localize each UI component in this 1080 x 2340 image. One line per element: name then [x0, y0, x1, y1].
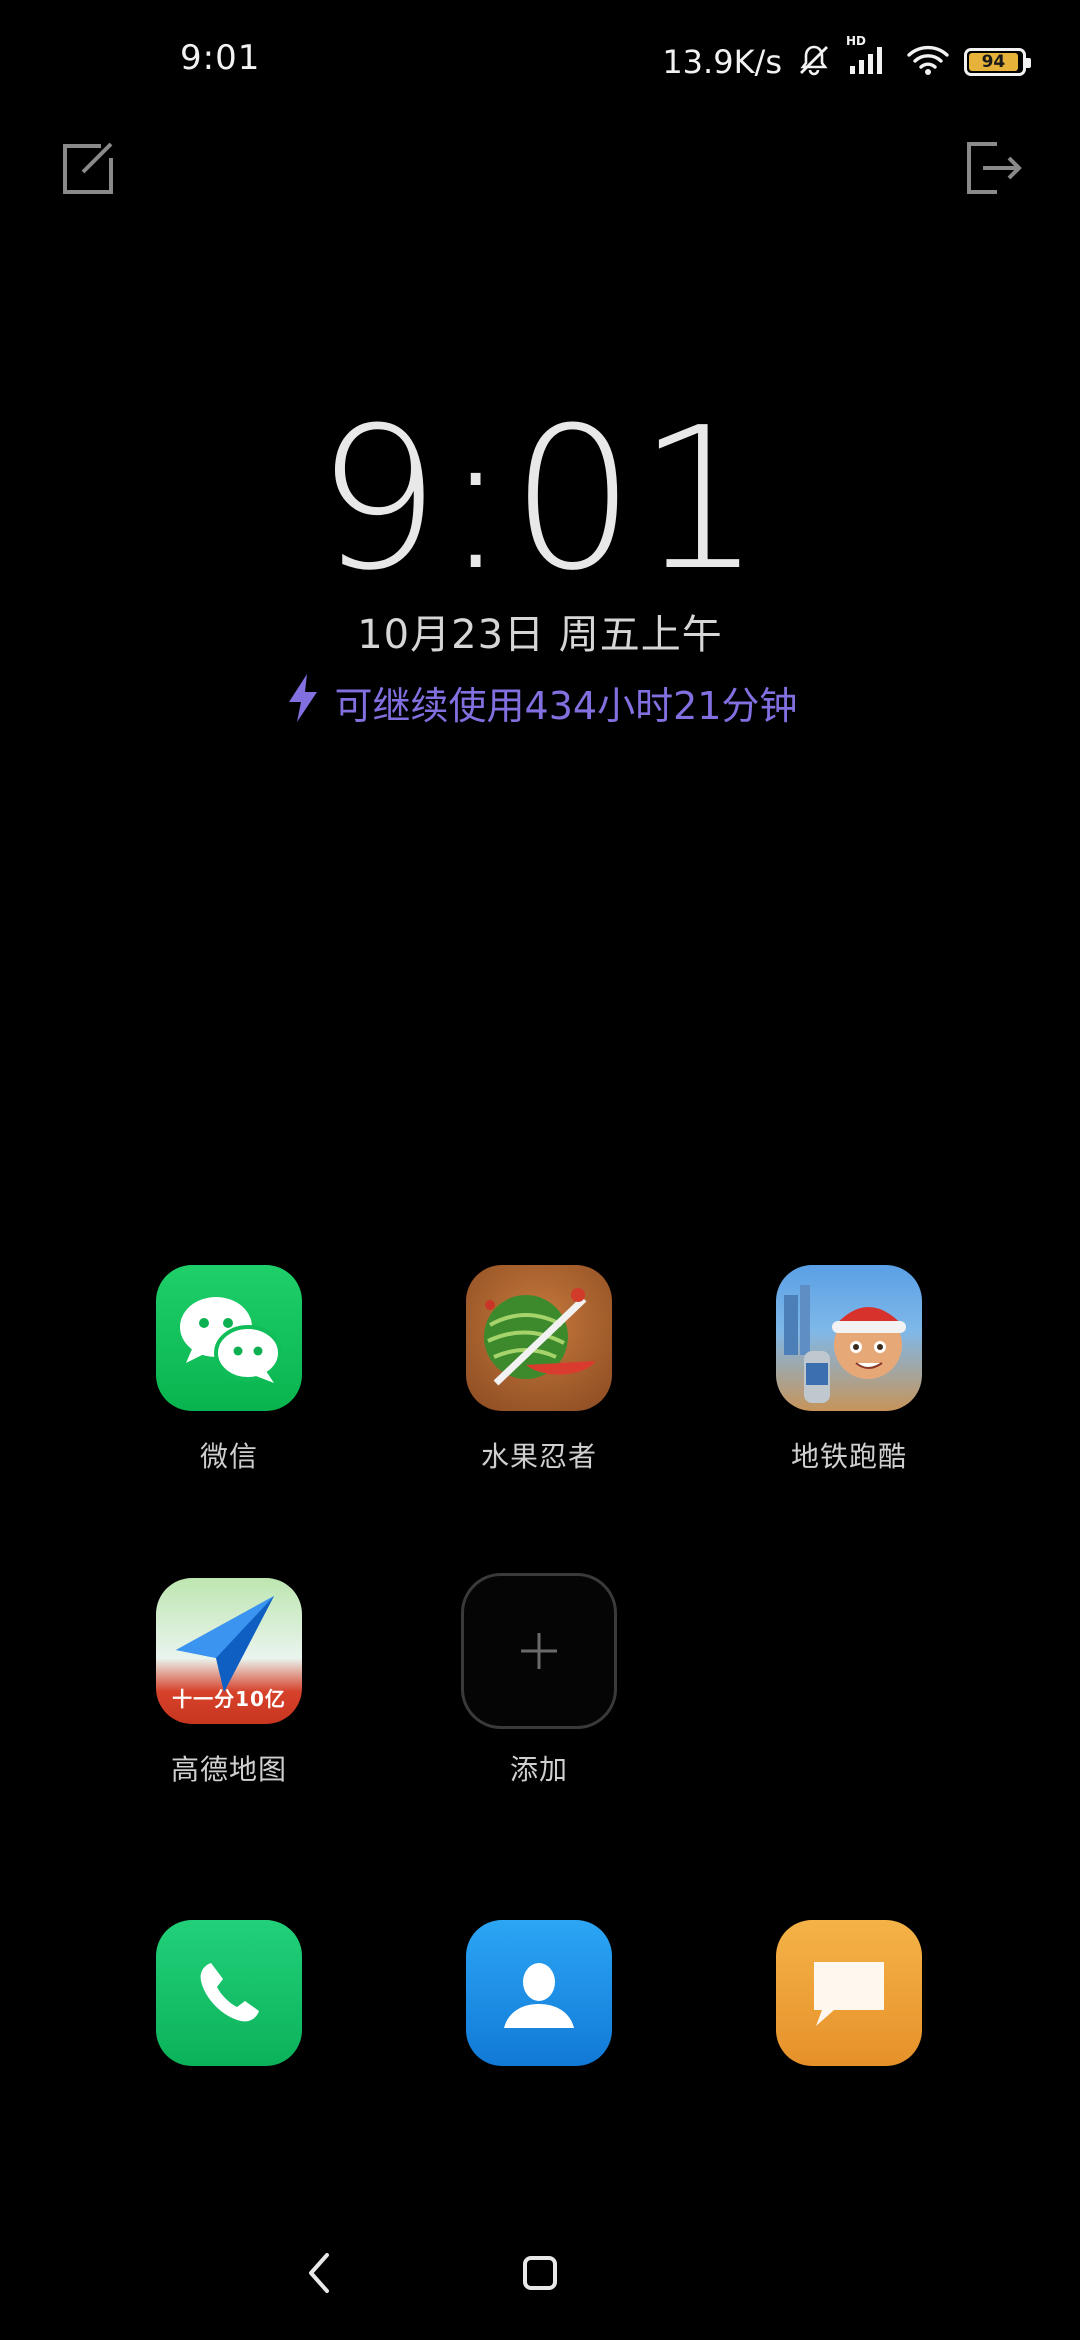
app-subway-surfers[interactable]: 地铁跑酷	[719, 1265, 979, 1475]
dock-phone[interactable]	[99, 1920, 359, 2066]
edit-button[interactable]	[52, 135, 122, 205]
phone-icon	[156, 1920, 302, 2066]
back-button[interactable]	[290, 2240, 350, 2310]
battery-life-text: 可继续使用434小时21分钟	[334, 684, 798, 728]
dock-contacts[interactable]	[409, 1920, 669, 2066]
wifi-icon	[906, 42, 950, 82]
amap-icon: 十一分10亿	[156, 1578, 302, 1724]
dock-messages[interactable]	[719, 1920, 979, 2066]
lockscreen-date: 10月23日 周五上午	[357, 612, 723, 658]
battery-icon: 94	[964, 48, 1031, 76]
battery-level: 94	[969, 53, 1018, 71]
exit-icon	[963, 138, 1023, 202]
hd-signal-icon: HD	[846, 34, 892, 82]
plus-icon	[461, 1573, 617, 1729]
messages-icon	[776, 1920, 922, 2066]
contacts-icon	[466, 1920, 612, 2066]
fruit-ninja-icon	[466, 1265, 612, 1411]
add-app-button[interactable]: 添加	[409, 1573, 669, 1788]
status-bar: 9:01 13.9K/s HD 94	[0, 0, 1080, 120]
app-label: 添加	[509, 1753, 568, 1786]
back-chevron-icon	[305, 2251, 335, 2299]
home-square-icon	[521, 2254, 559, 2296]
home-button[interactable]	[510, 2240, 570, 2310]
network-badge: HD	[846, 34, 867, 48]
subway-surfers-icon	[776, 1265, 922, 1411]
app-label: 水果忍者	[480, 1440, 597, 1473]
status-indicators: 13.9K/s HD 94	[662, 34, 1031, 86]
battery-life-estimate: 可继续使用434小时21分钟	[0, 672, 1080, 733]
exit-button[interactable]	[958, 135, 1028, 205]
app-label: 微信	[199, 1440, 258, 1473]
amap-banner-text: 十一分10亿	[172, 1687, 286, 1711]
status-time: 9:01	[180, 38, 261, 78]
app-label: 高德地图	[170, 1753, 287, 1786]
network-speed: 13.9K/s	[662, 43, 782, 81]
app-amap[interactable]: 十一分10亿 高德地图	[99, 1578, 359, 1788]
lockscreen-clock: 9:01	[315, 386, 765, 614]
mute-bell-icon	[796, 42, 832, 82]
app-fruit-ninja[interactable]: 水果忍者	[409, 1265, 669, 1475]
lightning-icon	[283, 672, 323, 733]
app-label: 地铁跑酷	[790, 1440, 907, 1473]
app-wechat[interactable]: 微信	[99, 1265, 359, 1475]
edit-icon	[57, 138, 117, 202]
wechat-icon	[156, 1265, 302, 1411]
